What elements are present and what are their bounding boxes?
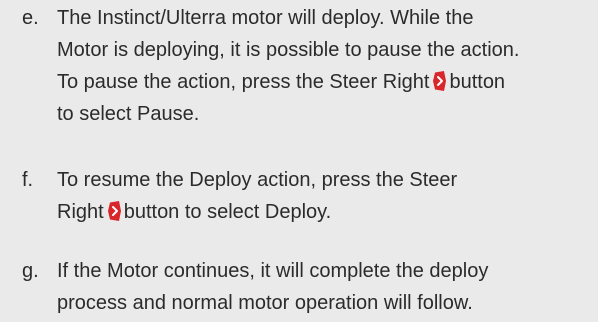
step-line: The Instinct/Ulterra motor will deploy. …: [57, 7, 474, 29]
step-letter: e.: [22, 7, 39, 29]
step-line-text: Right: [57, 201, 104, 223]
step-line-text: To pause the action, press the Steer Rig…: [57, 71, 430, 93]
step-line: To pause the action, press the Steer Rig…: [57, 66, 592, 98]
step-letter: g.: [22, 260, 39, 282]
step-line: to select Pause.: [57, 103, 200, 125]
step-line: Motor is deploying, it is possible to pa…: [57, 39, 520, 61]
step-text: To resume the Deploy action, press the S…: [57, 164, 592, 228]
steer-right-icon: [433, 71, 447, 91]
step-text: The Instinct/Ulterra motor will deploy. …: [57, 2, 592, 130]
step-line-text: button to select Deploy.: [123, 201, 332, 223]
steer-right-icon: [107, 201, 121, 221]
step-line: If the Motor continues, it will complete…: [57, 260, 489, 282]
step-line: To resume the Deploy action, press the S…: [57, 169, 458, 191]
step-letter: f.: [22, 169, 34, 191]
step-text: If the Motor continues, it will complete…: [57, 255, 592, 319]
step-line: process and normal motor operation will …: [57, 292, 473, 314]
step-line: Right button to select Deploy.: [57, 196, 592, 228]
step-line-text: button: [449, 71, 506, 93]
